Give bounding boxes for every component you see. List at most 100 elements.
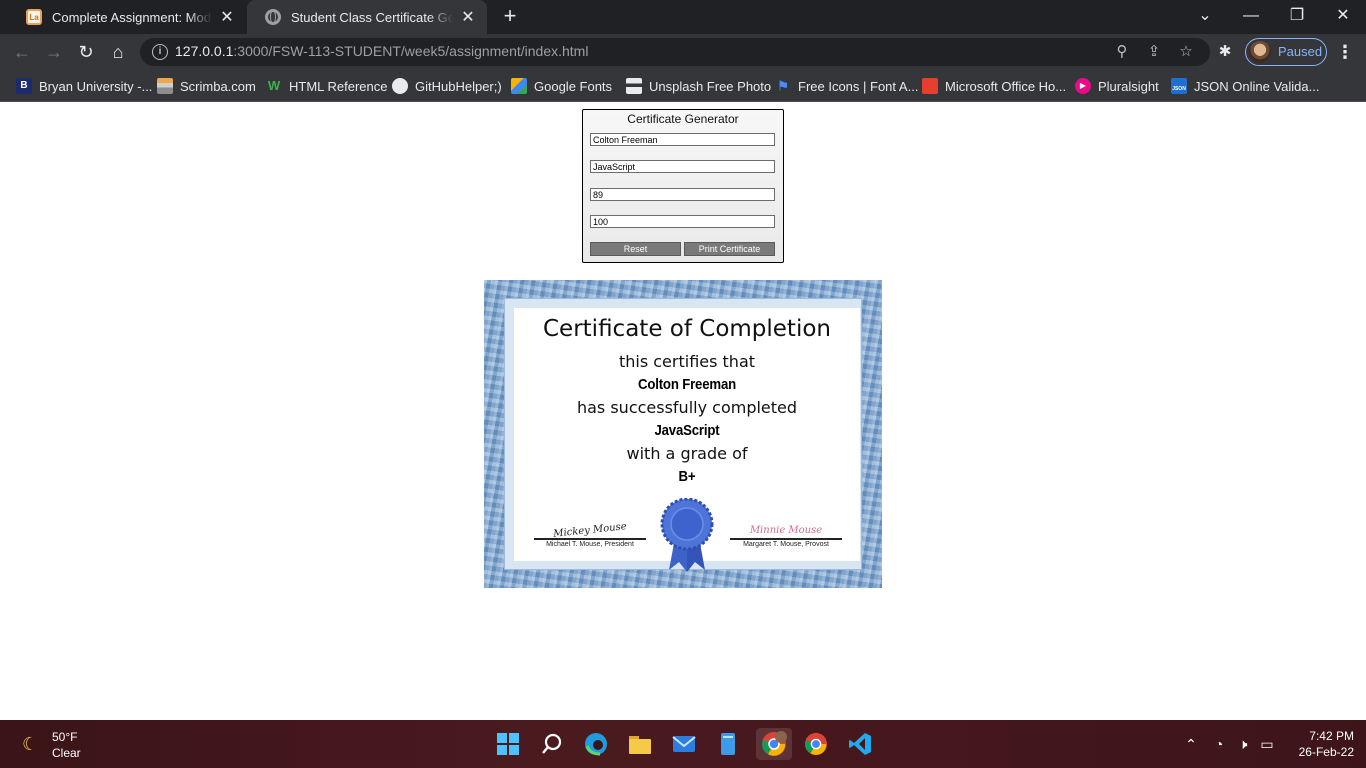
vscode-icon [849, 733, 871, 755]
provost-signature: Minnie Mouse Margaret T. Mouse, Provost [730, 525, 842, 551]
zoom-icon[interactable]: ⚲ [1112, 42, 1132, 62]
bookmark-unsplash[interactable]: Unsplash Free Photo [626, 76, 771, 96]
pluralsight-icon: ▶ [1075, 78, 1091, 94]
certificate: Certificate of Completion this certifies… [484, 280, 882, 588]
address-bar[interactable]: i 127.0.0.1:3000/FSW-113-STUDENT/week5/a… [140, 38, 1210, 66]
bookmark-scrimba[interactable]: Scrimba.com [157, 76, 256, 96]
folder-icon [629, 736, 651, 754]
bookmark-bryan-university[interactable]: B Bryan University -... [16, 76, 152, 96]
edge-icon [585, 733, 607, 756]
reset-button[interactable]: Reset [590, 242, 681, 256]
taskbar-notepad[interactable] [712, 728, 744, 760]
system-clock[interactable]: 7:42 PM 26-Feb-22 [1284, 728, 1354, 760]
bookmark-font-awesome[interactable]: ⚑ Free Icons | Font A... [775, 76, 919, 96]
start-button[interactable] [492, 728, 524, 760]
provost-signature-script: Minnie Mouse [749, 525, 823, 536]
certificate-grade: B+ [678, 468, 696, 485]
print-certificate-button[interactable]: Print Certificate [684, 242, 775, 256]
completed-text: has successfully completed [576, 398, 798, 417]
browser-toolbar: ← → ↻ ⌂ i 127.0.0.1:3000/FSW-113-STUDENT… [0, 34, 1366, 70]
notepad-icon [721, 733, 735, 755]
taskbar-chrome-profile[interactable] [756, 728, 792, 760]
close-window-button[interactable]: ✕ [1320, 0, 1366, 34]
taskbar-chrome[interactable] [800, 728, 832, 760]
clock-time: 7:42 PM [1309, 729, 1354, 743]
certificate-student-name: Colton Freeman [637, 376, 737, 393]
windows-taskbar: ☾ 50°F Clear ⌃ ◔ 🕨 ▭ 7:42 PM 26-Feb-22 [0, 720, 1366, 768]
tab-search-chevron-icon[interactable]: ⌄ [1182, 0, 1228, 34]
provost-caption: Margaret T. Mouse, Provost [743, 541, 829, 548]
kebab-menu-icon[interactable]: ⋮ [1336, 38, 1354, 66]
bookmark-html-reference[interactable]: W HTML Reference [266, 76, 388, 96]
wifi-icon[interactable]: ◔ [1209, 734, 1229, 754]
home-icon[interactable]: ⌂ [104, 38, 132, 66]
windows-logo-icon [497, 733, 519, 755]
certificate-paper: Certificate of Completion this certifies… [514, 308, 860, 572]
back-arrow-icon[interactable]: ← [8, 38, 36, 66]
tab-title: Complete Assignment: Modules [52, 9, 212, 25]
github-icon [392, 78, 408, 94]
new-tab-button[interactable]: + [498, 5, 522, 29]
taskbar-file-explorer[interactable] [624, 728, 656, 760]
certifies-text: this certifies that [618, 352, 756, 371]
tab-strip: La Complete Assignment: Modules ✕ Studen… [0, 0, 1366, 34]
student-name-input[interactable] [590, 133, 775, 146]
taskbar-mail[interactable] [668, 728, 700, 760]
google-fonts-icon [511, 78, 527, 94]
weather-temperature: 50°F [52, 730, 78, 744]
bookmark-pluralsight[interactable]: ▶ Pluralsight [1075, 76, 1159, 96]
show-hidden-icons-chevron-icon[interactable]: ⌃ [1181, 734, 1201, 754]
signature-line [730, 538, 842, 540]
certificate-heading: Certificate of Completion [543, 316, 831, 342]
weather-condition: Clear [52, 746, 81, 760]
bookmark-json-validator[interactable]: JSON JSON Online Valida... [1171, 76, 1319, 96]
bryan-university-icon: B [16, 78, 32, 94]
taskbar-vscode[interactable] [844, 728, 876, 760]
moon-icon: ☾ [22, 734, 39, 754]
max-score-input[interactable] [590, 215, 775, 228]
tab-certificate-generator[interactable]: Student Class Certificate Generat ✕ [247, 0, 487, 34]
bookmark-office[interactable]: Microsoft Office Ho... [922, 76, 1066, 96]
extensions-puzzle-icon[interactable]: ✱ [1215, 42, 1235, 62]
avatar [1249, 41, 1271, 63]
volume-muted-icon[interactable]: 🕨 [1233, 734, 1253, 754]
grade-text: with a grade of [626, 444, 748, 463]
class-name-input[interactable] [590, 160, 775, 173]
forward-arrow-icon[interactable]: → [40, 38, 68, 66]
share-icon[interactable]: ⇪ [1144, 42, 1164, 62]
minimize-button[interactable]: — [1228, 0, 1274, 34]
tab-complete-assignment[interactable]: La Complete Assignment: Modules ✕ [8, 0, 246, 34]
form-title: Certificate Generator [627, 112, 739, 126]
url-text[interactable]: 127.0.0.1:3000/FSW-113-STUDENT/week5/ass… [175, 43, 588, 59]
certificate-course-name: JavaScript [654, 422, 720, 439]
tab-title: Student Class Certificate Generat [291, 9, 453, 25]
battery-icon[interactable]: ▭ [1257, 734, 1277, 754]
reload-icon[interactable]: ↻ [72, 38, 100, 66]
profile-button[interactable]: Paused [1245, 38, 1327, 66]
taskbar-search-button[interactable] [536, 728, 568, 760]
president-signature: Mickey Mouse Michael T. Mouse, President [534, 521, 646, 551]
weather-widget[interactable]: ☾ 50°F Clear [20, 730, 120, 760]
clock-date: 26-Feb-22 [1298, 745, 1354, 759]
page-content: Certificate Generator Reset Print Certif… [0, 103, 1366, 720]
chrome-icon [804, 732, 828, 756]
office-icon [922, 78, 938, 94]
json-icon: JSON [1171, 78, 1187, 94]
site-info-icon[interactable]: i [152, 44, 168, 60]
chrome-icon [762, 731, 787, 756]
president-caption: Michael T. Mouse, President [546, 541, 634, 548]
restore-button[interactable]: ❐ [1274, 0, 1320, 34]
score-input[interactable] [590, 188, 775, 201]
globe-icon [265, 9, 281, 25]
unsplash-icon [626, 78, 642, 94]
bookmark-google-fonts[interactable]: Google Fonts [511, 76, 612, 96]
award-ribbon-icon [660, 498, 714, 572]
bookmarks-bar: B Bryan University -... Scrimba.com W HT… [0, 70, 1366, 102]
bookmark-githubhelper[interactable]: GitHubHelper;) [392, 76, 502, 96]
certificate-generator-form: Certificate Generator Reset Print Certif… [582, 109, 784, 263]
bookmark-star-icon[interactable]: ☆ [1176, 42, 1196, 62]
close-tab-icon[interactable]: ✕ [218, 7, 236, 27]
close-tab-icon[interactable]: ✕ [459, 7, 477, 27]
taskbar-edge[interactable] [580, 728, 612, 760]
la-favicon-icon: La [26, 9, 42, 25]
